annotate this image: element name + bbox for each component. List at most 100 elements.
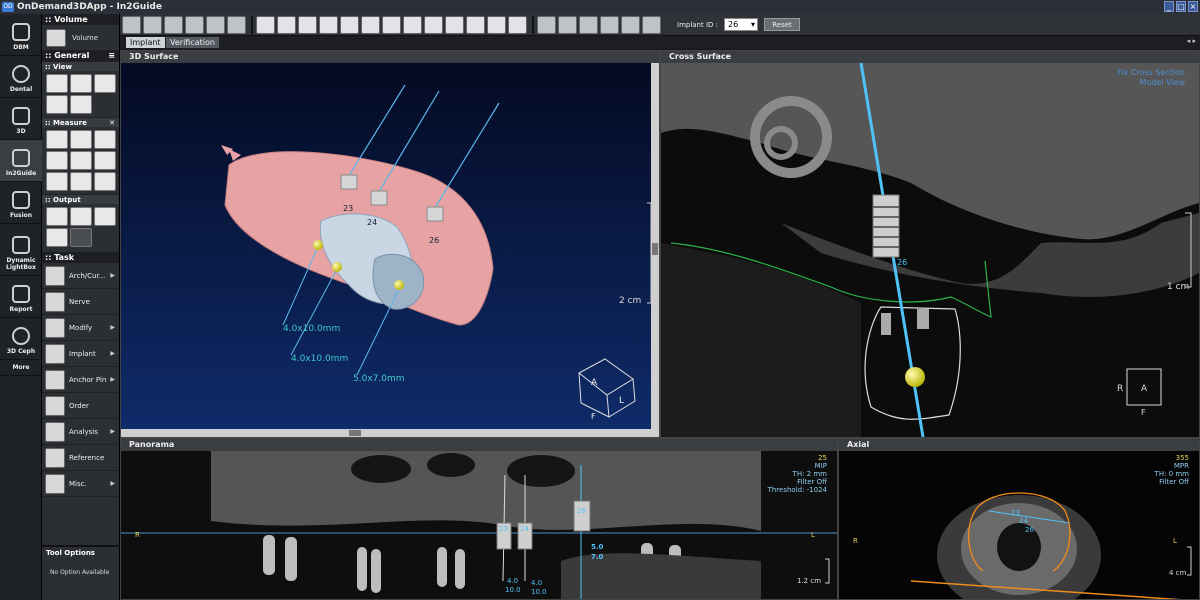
skull-side-icon[interactable] (143, 15, 162, 34)
rail-item-3d[interactable]: 3D (0, 98, 42, 140)
tab-implant[interactable]: Implant (126, 37, 165, 48)
zoom-icon[interactable] (70, 74, 92, 93)
task-implant[interactable]: Implant ▶ (42, 341, 119, 367)
volume-section-header: :: Volume (42, 14, 119, 25)
implant-apex-sphere (394, 280, 404, 290)
task-modify[interactable]: Modify ▶ (42, 315, 119, 341)
close-icon[interactable]: × (1188, 1, 1198, 12)
panel-menu-icon[interactable]: ≡ (108, 50, 115, 61)
rail-item-3d-ceph[interactable]: 3D Ceph (0, 318, 42, 360)
rail-item-fusion[interactable]: Fusion (0, 182, 42, 224)
task-arch-curve[interactable]: Arch/Cur... ▶ (42, 263, 119, 289)
pencil-icon[interactable] (403, 15, 422, 34)
skull-top-icon[interactable] (206, 15, 225, 34)
guide-icon[interactable] (382, 15, 401, 34)
implant-model (426, 206, 444, 222)
wrench-icon[interactable]: ✕ (109, 118, 115, 128)
film-icon[interactable] (94, 207, 116, 226)
orientation-label: R (1117, 384, 1123, 394)
rail-item-dbm[interactable]: DBM (0, 14, 42, 56)
task-reference[interactable]: Reference (42, 445, 119, 471)
draw-icon[interactable] (46, 172, 68, 191)
tab-verification[interactable]: Verification (166, 37, 219, 48)
axial-view[interactable]: Axial 23 24 26 R L 355 MPR TH: 0 mm Filt… (838, 438, 1200, 600)
cube-face-label: L (619, 396, 624, 406)
tooth-select-icon[interactable] (361, 15, 380, 34)
pin-icon[interactable] (424, 15, 443, 34)
horizontal-scrollbar[interactable] (121, 429, 651, 437)
jaw-icon[interactable] (298, 15, 317, 34)
rail-item-report[interactable]: Report (0, 276, 42, 318)
scroll-thumb[interactable] (652, 243, 658, 255)
redo-icon[interactable] (642, 15, 661, 34)
rotate-icon[interactable] (46, 95, 68, 114)
implant-tool-icon[interactable] (537, 15, 556, 34)
task-nerve[interactable]: Nerve (42, 289, 119, 315)
implant-id-select[interactable]: 26 (724, 18, 759, 31)
reset-button[interactable]: Reset (764, 18, 801, 31)
bone-icon[interactable] (445, 15, 464, 34)
teeth-view-icon[interactable] (600, 15, 619, 34)
main-toolbar: Implant ID : 26 Reset (120, 14, 1200, 36)
brightness-icon[interactable] (94, 74, 116, 93)
layers-icon[interactable] (508, 15, 527, 34)
delete-icon[interactable] (94, 172, 116, 191)
capture-icon[interactable] (70, 207, 92, 226)
arch-model-icon[interactable] (277, 15, 296, 34)
crown-icon[interactable] (487, 15, 506, 34)
ruler-icon[interactable] (46, 130, 68, 149)
surface-3d-view[interactable]: 3D Surface 23 24 26 4.0x10.0mm 4.0x10.0m… (120, 50, 660, 438)
skull-bottom-icon[interactable] (227, 15, 246, 34)
skull-back-icon[interactable] (164, 15, 183, 34)
slice-number: 25 (818, 454, 827, 462)
reference-icon (45, 447, 65, 468)
arrow-icon[interactable] (94, 151, 116, 170)
volume-button[interactable]: Volume (42, 25, 119, 50)
cross-surface-view[interactable]: Cross Surface 26 Fix Cross Section Model… (660, 50, 1200, 438)
camera-icon[interactable] (46, 207, 68, 226)
annotation-icon[interactable] (70, 95, 92, 114)
pan-icon[interactable] (46, 74, 68, 93)
surface-3d-canvas[interactable]: 23 24 26 4.0x10.0mm 4.0x10.0mm 5.0x7.0mm… (121, 63, 659, 437)
rail-item-dental[interactable]: Dental (0, 56, 42, 98)
panorama-canvas[interactable]: 23 24 26 4.0 10.0 4.0 10.0 5.0 7.0 R L 2… (121, 451, 837, 600)
minimize-icon[interactable]: _ (1164, 1, 1174, 12)
skull-front-icon[interactable] (122, 15, 141, 34)
teeth-row-icon[interactable] (340, 15, 359, 34)
tab-scroll-arrows-icon[interactable]: ◂ ▸ (1187, 37, 1196, 45)
print-icon[interactable] (46, 228, 68, 247)
undo-icon[interactable] (621, 15, 640, 34)
eye-icon[interactable] (466, 15, 485, 34)
task-analysis[interactable]: Analysis ▶ (42, 419, 119, 445)
angle-icon[interactable] (94, 130, 116, 149)
skull-left-icon[interactable] (185, 15, 204, 34)
rail-item-in2guide[interactable]: In2Guide (0, 140, 42, 182)
arch-icon[interactable] (256, 15, 275, 34)
orientation-label: F (1141, 408, 1146, 417)
tape-icon[interactable] (70, 130, 92, 149)
area-icon[interactable] (46, 151, 68, 170)
scroll-thumb[interactable] (349, 430, 361, 436)
scale-label: 1 cm (1167, 282, 1189, 292)
task-order[interactable]: Order (42, 393, 119, 419)
task-misc[interactable]: Misc. ▶ (42, 471, 119, 497)
tooth-lib-icon[interactable] (579, 15, 598, 34)
implant-size-label: 4.0x10.0mm (283, 324, 340, 334)
direction-label: R (853, 537, 858, 545)
maximize-icon[interactable]: □ (1176, 1, 1186, 12)
panorama-view[interactable]: Panorama 23 24 26 4.0 10.0 4.0 10.0 5.0 … (120, 438, 838, 600)
rail-item-more[interactable]: More (0, 360, 42, 376)
profile-icon[interactable] (70, 151, 92, 170)
drill-icon[interactable] (558, 15, 577, 34)
rail-item-dynamic-lightbox[interactable]: Dynamic LightBox (0, 224, 42, 276)
view-subheader: :: View (42, 61, 119, 71)
axial-canvas[interactable]: 23 24 26 R L 355 MPR TH: 0 mm Filter Off… (839, 451, 1199, 600)
task-anchor-pin[interactable]: Anchor Pin ▶ (42, 367, 119, 393)
disc-icon[interactable] (70, 228, 92, 247)
view-mode-label: Model View (1139, 78, 1185, 87)
filter-label: Filter Off (797, 478, 827, 486)
cross-surface-canvas[interactable]: 26 Fix Cross Section Model View 1 cm R A… (661, 63, 1199, 437)
toolbar-separator (251, 15, 253, 34)
mask-icon[interactable] (319, 15, 338, 34)
eraser-icon[interactable] (70, 172, 92, 191)
